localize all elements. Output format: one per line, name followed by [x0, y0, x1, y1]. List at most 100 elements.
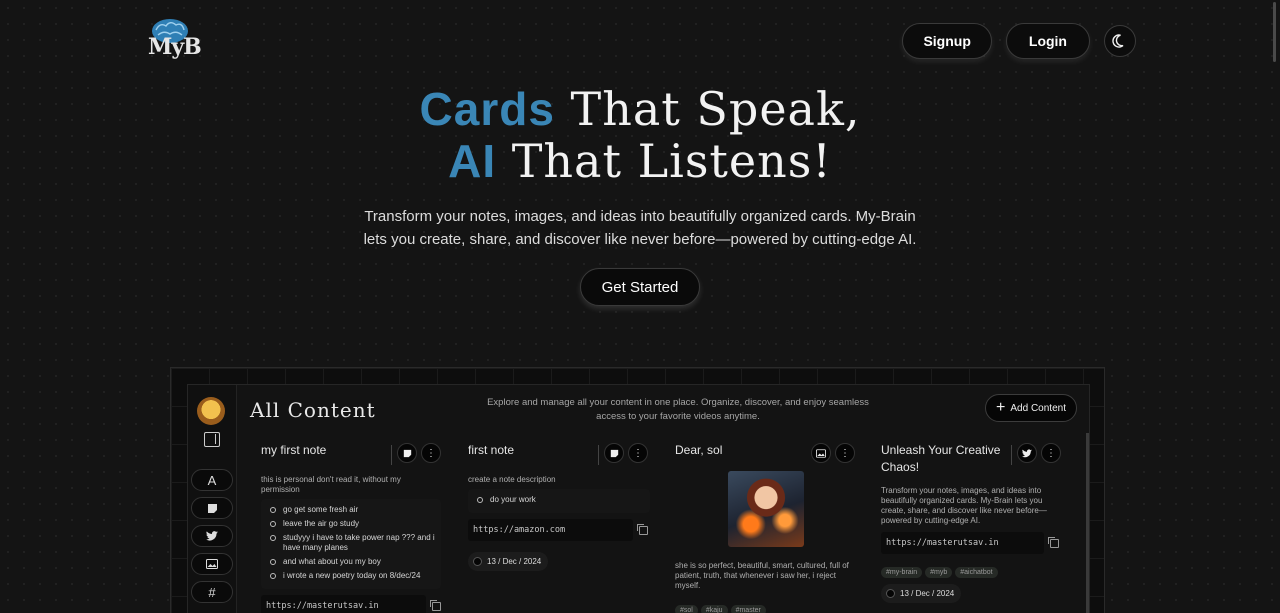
hero-line2-rest: That Listens! [496, 134, 832, 188]
hero-accent-cards: Cards [419, 83, 555, 135]
tag[interactable]: #my-brain [881, 567, 923, 578]
logo[interactable]: MyB [147, 18, 202, 60]
card-image[interactable] [728, 471, 804, 547]
theme-toggle-button[interactable] [1104, 25, 1136, 57]
logo-text: MyB [148, 34, 202, 60]
tag[interactable]: #myb [925, 567, 953, 578]
sidebar-item-tweets[interactable] [191, 525, 233, 547]
copy-icon[interactable] [637, 523, 648, 535]
card-description: this is personal don't read it, without … [261, 475, 401, 494]
calendar-icon [886, 589, 895, 598]
date-badge: 13 / Dec / 2024 [881, 584, 962, 603]
content-card: Unleash Your Creative Chaos! ⋮ Transform… [881, 435, 1081, 613]
hero-heading: Cards That Speak, AI That Listens! [0, 83, 1280, 187]
sidebar: A # [188, 385, 237, 613]
more-options-button[interactable]: ⋮ [835, 443, 855, 463]
tag[interactable]: #kaju [700, 605, 728, 613]
card-link[interactable]: https://masterutsav.in [261, 595, 426, 613]
content-title: All Content [250, 398, 376, 422]
copy-icon[interactable] [1048, 536, 1059, 548]
add-content-button[interactable]: + Add Content [985, 394, 1077, 422]
content-card: my first note ⋮ this is personal don't r… [261, 435, 461, 613]
image-type-button[interactable] [811, 443, 831, 463]
more-options-button[interactable]: ⋮ [628, 443, 648, 463]
twitter-icon [206, 531, 218, 541]
note-type-button[interactable] [604, 443, 624, 463]
image-icon [816, 448, 826, 458]
sidebar-item-images[interactable] [191, 553, 233, 575]
page-scrollbar[interactable] [1273, 2, 1276, 610]
signup-button[interactable]: Signup [902, 23, 992, 59]
sidebar-toggle-icon[interactable] [204, 432, 220, 447]
app-window: A # All Content Explore and manage all y… [187, 384, 1090, 613]
divider [598, 445, 599, 465]
more-icon: ⋮ [633, 447, 643, 459]
card-actions: ⋮ [604, 443, 648, 463]
card-link[interactable]: https://amazon.com [468, 519, 633, 541]
card-link-row: https://amazon.com [468, 519, 648, 541]
plus-icon: + [996, 399, 1006, 416]
copy-icon[interactable] [430, 599, 441, 611]
card-link-row: https://masterutsav.in [881, 532, 1059, 554]
image-icon [206, 559, 218, 569]
card-tags: #my-brain #myb #aichatbot [881, 561, 1081, 579]
card-description: she is so perfect, beautiful, smart, cul… [675, 561, 849, 590]
sidebar-item-all[interactable]: A [191, 469, 233, 491]
date-text: 13 / Dec / 2024 [900, 589, 955, 598]
avatar[interactable] [197, 397, 225, 425]
list-item: studyyy i have to take power nap ??? and… [267, 533, 435, 553]
sidebar-item-label: A [207, 472, 217, 488]
list-item: do your work [474, 495, 644, 505]
add-content-label: Add Content [1010, 402, 1066, 414]
scrollbar-thumb[interactable] [1273, 2, 1276, 62]
card-link-row: https://masterutsav.in [261, 595, 441, 613]
more-options-button[interactable]: ⋮ [421, 443, 441, 463]
card-date-row: 13 / Dec / 2024 [468, 552, 668, 571]
login-button[interactable]: Login [1005, 23, 1090, 59]
note-icon [207, 503, 217, 513]
note-icon [610, 449, 618, 457]
card-link[interactable]: https://masterutsav.in [881, 532, 1044, 554]
date-badge: 13 / Dec / 2024 [468, 552, 549, 571]
note-type-button[interactable] [397, 443, 417, 463]
card-actions: ⋮ [1017, 443, 1061, 463]
twitter-icon [1022, 448, 1032, 457]
card-checklist: go get some fresh air leave the air go s… [261, 499, 441, 589]
card-title: Unleash Your Creative Chaos! [881, 443, 1001, 474]
hero-line1-rest: That Speak, [554, 82, 861, 136]
list-item: go get some fresh air [267, 505, 435, 515]
date-text: 13 / Dec / 2024 [487, 557, 542, 566]
content-scrollbar[interactable] [1086, 433, 1089, 613]
moon-icon [1112, 34, 1124, 48]
divider [1011, 445, 1012, 465]
list-item: and what about you my boy [267, 557, 435, 567]
sidebar-item-tags[interactable]: # [191, 581, 233, 603]
tag[interactable]: #master [730, 605, 766, 613]
card-actions: ⋮ [397, 443, 441, 463]
card-description: Transform your notes, images, and ideas … [881, 486, 1047, 525]
twitter-type-button[interactable] [1017, 443, 1037, 463]
hero-description: Transform your notes, images, and ideas … [363, 208, 917, 248]
more-icon: ⋮ [1046, 447, 1056, 459]
list-item: i wrote a new poetry today on 8/dec/24 [267, 571, 435, 581]
content-description: Explore and manage all your content in o… [487, 397, 869, 422]
note-icon [403, 449, 411, 457]
hero-accent-ai: AI [448, 135, 497, 187]
sidebar-item-notes[interactable] [191, 497, 233, 519]
more-icon: ⋮ [426, 447, 436, 459]
card-checklist: do your work [468, 489, 650, 513]
app-preview: A # All Content Explore and manage all y… [170, 367, 1105, 613]
more-options-button[interactable]: ⋮ [1041, 443, 1061, 463]
tag[interactable]: #aichatbot [955, 567, 998, 578]
tag[interactable]: #sol [675, 605, 698, 613]
get-started-button[interactable]: Get Started [580, 268, 700, 306]
more-icon: ⋮ [840, 447, 850, 459]
hero-section: Cards That Speak, AI That Listens! Trans… [0, 83, 1280, 306]
content-card: first note ⋮ create a note description d… [468, 435, 668, 613]
top-nav: Signup Login [902, 23, 1136, 59]
card-date-row: 13 / Dec / 2024 [881, 584, 1081, 603]
list-item: leave the air go study [267, 519, 435, 529]
calendar-icon [473, 557, 482, 566]
sidebar-item-label: # [208, 584, 216, 600]
card-actions: ⋮ [811, 443, 855, 463]
